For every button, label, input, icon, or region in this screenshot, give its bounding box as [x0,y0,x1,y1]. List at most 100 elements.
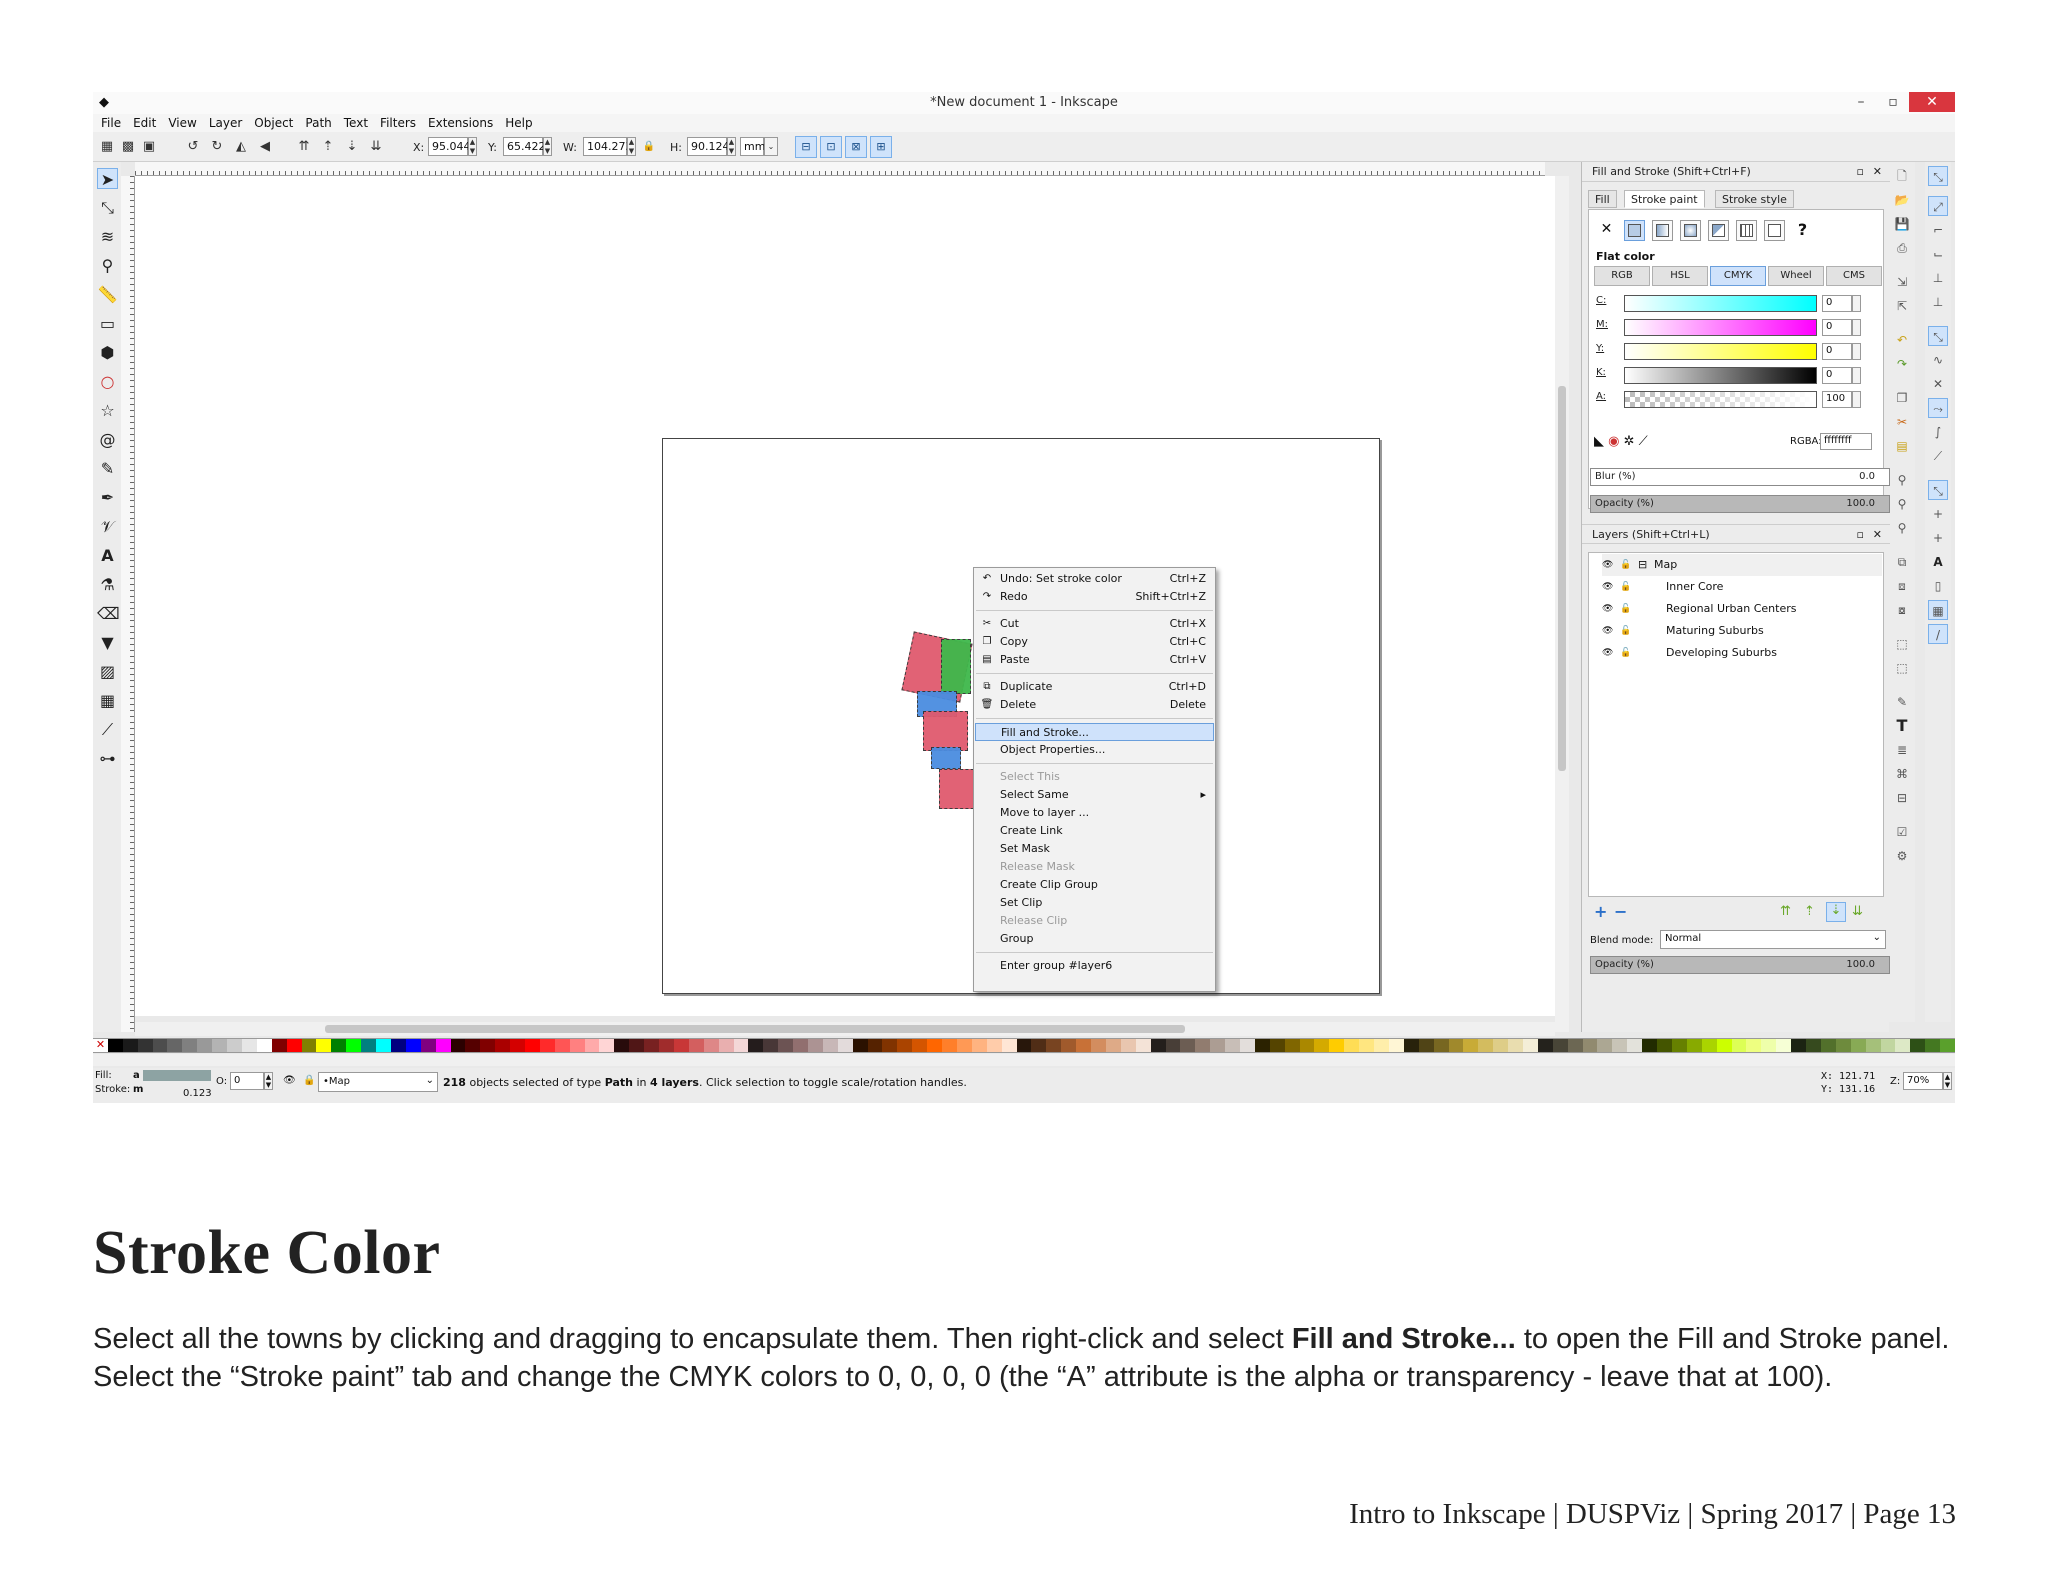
deselect-icon[interactable]: ▣ [141,139,157,155]
color-swatch[interactable] [1880,1039,1896,1052]
context-menu-item[interactable]: ▤ Paste Ctrl+V [975,651,1214,669]
no-color-swatch[interactable]: ✕ [93,1039,108,1052]
color-swatch[interactable] [212,1039,228,1052]
selector-tool-icon[interactable]: ➤ [97,168,118,189]
group-icon[interactable]: ⬚ [1892,634,1912,654]
context-menu-item[interactable]: Enter group #layer6 [975,957,1214,975]
color-swatch[interactable] [510,1039,526,1052]
rotate-ccw-icon[interactable]: ↺ [185,139,201,155]
unit-select[interactable]: mm [740,137,765,156]
import-icon[interactable]: ⇲ [1892,272,1912,292]
color-swatch[interactable] [1701,1039,1718,1052]
layer-to-bottom-icon[interactable]: ⇊ [1852,904,1863,919]
color-swatch[interactable] [227,1039,243,1052]
menu-filters[interactable]: Filters [380,114,416,132]
rotate-cw-icon[interactable]: ↻ [209,139,225,155]
context-menu-item[interactable]: ⧉ Duplicate Ctrl+D [975,678,1214,696]
y-field[interactable]: 65.422 [503,137,546,156]
too-much-ink-icon[interactable]: ✲ [1624,434,1635,449]
blur-slider[interactable]: Blur (%) 0.0 [1590,468,1890,486]
node-tool-icon[interactable]: ⤡ [97,197,118,218]
color-swatch[interactable] [346,1039,362,1052]
color-swatch[interactable] [852,1039,869,1052]
color-swatch[interactable] [1225,1039,1241,1052]
color-swatch[interactable] [1642,1039,1658,1052]
snap-bbox-corner-icon[interactable]: ⌙ [1928,244,1948,264]
color-slider[interactable] [1624,343,1817,360]
lower-icon[interactable]: ⇣ [344,139,360,155]
color-swatch[interactable] [793,1039,809,1052]
scale-corners-toggle[interactable]: ⊡ [820,136,842,158]
color-swatch[interactable] [1597,1039,1613,1052]
mesh-tool-icon[interactable]: ▦ [97,690,118,711]
new-document-icon[interactable]: 🗋 [1892,166,1912,186]
context-menu-item[interactable]: Set Mask [975,840,1214,858]
color-swatch[interactable] [614,1039,630,1052]
context-menu-item[interactable]: Fill and Stroke... [975,723,1214,741]
color-swatch[interactable] [1329,1039,1345,1052]
zoom-selection-icon[interactable]: ⚲ [1892,470,1912,490]
snap-text-baseline-icon[interactable]: A [1928,552,1948,572]
layer-row[interactable]: 👁 🔓 Regional Urban Centers [1602,598,1882,620]
context-menu-item[interactable]: 🗑 Delete Delete [975,696,1214,714]
color-swatch[interactable] [1031,1039,1047,1052]
redo-icon[interactable]: ↷ [1892,354,1912,374]
context-menu-item[interactable]: Object Properties... [975,741,1214,759]
tab-fill[interactable]: Fill [1588,190,1617,208]
color-swatch[interactable] [882,1039,898,1052]
color-swatch[interactable] [1523,1039,1539,1052]
flat-color-button[interactable] [1624,220,1645,241]
town-shape[interactable] [931,747,961,769]
color-swatch[interactable] [1895,1039,1911,1052]
opacity-o-spinner[interactable]: ▲ ▼ [264,1072,273,1090]
snap-page-icon[interactable]: ▯ [1928,576,1948,596]
snap-guide-icon[interactable]: / [1928,624,1948,644]
unset-paint-button[interactable]: ? [1792,220,1813,241]
flip-vertical-icon[interactable]: ◀ [257,139,273,155]
color-swatch[interactable] [763,1039,779,1052]
eye-icon[interactable]: 👁 [1602,576,1613,598]
spray-tool-icon[interactable]: ⚗ [97,574,118,595]
color-swatch[interactable] [286,1039,303,1052]
dropper-tool-icon[interactable]: ⟋ [97,719,118,740]
color-swatch[interactable] [524,1039,541,1052]
mode-wheel[interactable]: Wheel [1768,266,1824,286]
snap-others-icon[interactable]: ⤡ [1928,480,1948,500]
rgba-field[interactable]: ffffffff [1820,433,1872,450]
menu-text[interactable]: Text [344,114,368,132]
color-swatch[interactable] [1657,1039,1673,1052]
color-swatch[interactable] [376,1039,392,1052]
menu-file[interactable]: File [101,114,121,132]
text-font-icon[interactable]: T [1892,716,1912,736]
zoom-tool-icon[interactable]: ⚲ [97,255,118,276]
unlock-icon[interactable]: 🔓 [1620,598,1631,620]
ungroup-icon[interactable]: ⬚ [1892,658,1912,678]
snap-smooth-icon[interactable]: ∫ [1928,422,1948,442]
move-gradients-toggle[interactable]: ⊠ [845,136,867,158]
color-swatch[interactable] [584,1039,600,1052]
copy-icon[interactable]: ❐ [1892,388,1912,408]
color-slider-value[interactable]: 0 [1822,343,1852,360]
add-layer-icon[interactable]: + [1594,902,1607,921]
color-swatch[interactable] [1463,1039,1479,1052]
unit-dropdown-icon[interactable]: ⌄ [764,137,778,156]
zoom-drawing-icon[interactable]: ⚲ [1892,494,1912,514]
context-menu-item[interactable]: ↷ Redo Shift+Ctrl+Z [975,588,1214,606]
layer-visibility-icon[interactable]: 👁 [283,1075,296,1086]
color-swatch[interactable] [822,1039,839,1052]
minimize-button[interactable]: – [1845,92,1877,112]
color-swatch[interactable] [927,1039,943,1052]
select-all-layers-icon[interactable]: ▩ [120,139,136,155]
color-swatch[interactable] [301,1039,317,1052]
color-swatch[interactable] [569,1039,586,1052]
restore-button[interactable]: ▫ [1877,92,1909,112]
color-swatch[interactable] [1731,1039,1747,1052]
color-swatch[interactable] [1910,1039,1926,1052]
snap-bbox-icon[interactable]: ⤢ [1928,196,1948,216]
move-patterns-toggle[interactable]: ⊞ [870,136,892,158]
color-swatch[interactable] [1344,1039,1360,1052]
color-swatch[interactable] [1508,1039,1524,1052]
color-slider-spinner[interactable] [1852,319,1861,336]
color-swatch[interactable] [986,1039,1003,1052]
context-menu-item[interactable]: ✂ Cut Ctrl+X [975,615,1214,633]
